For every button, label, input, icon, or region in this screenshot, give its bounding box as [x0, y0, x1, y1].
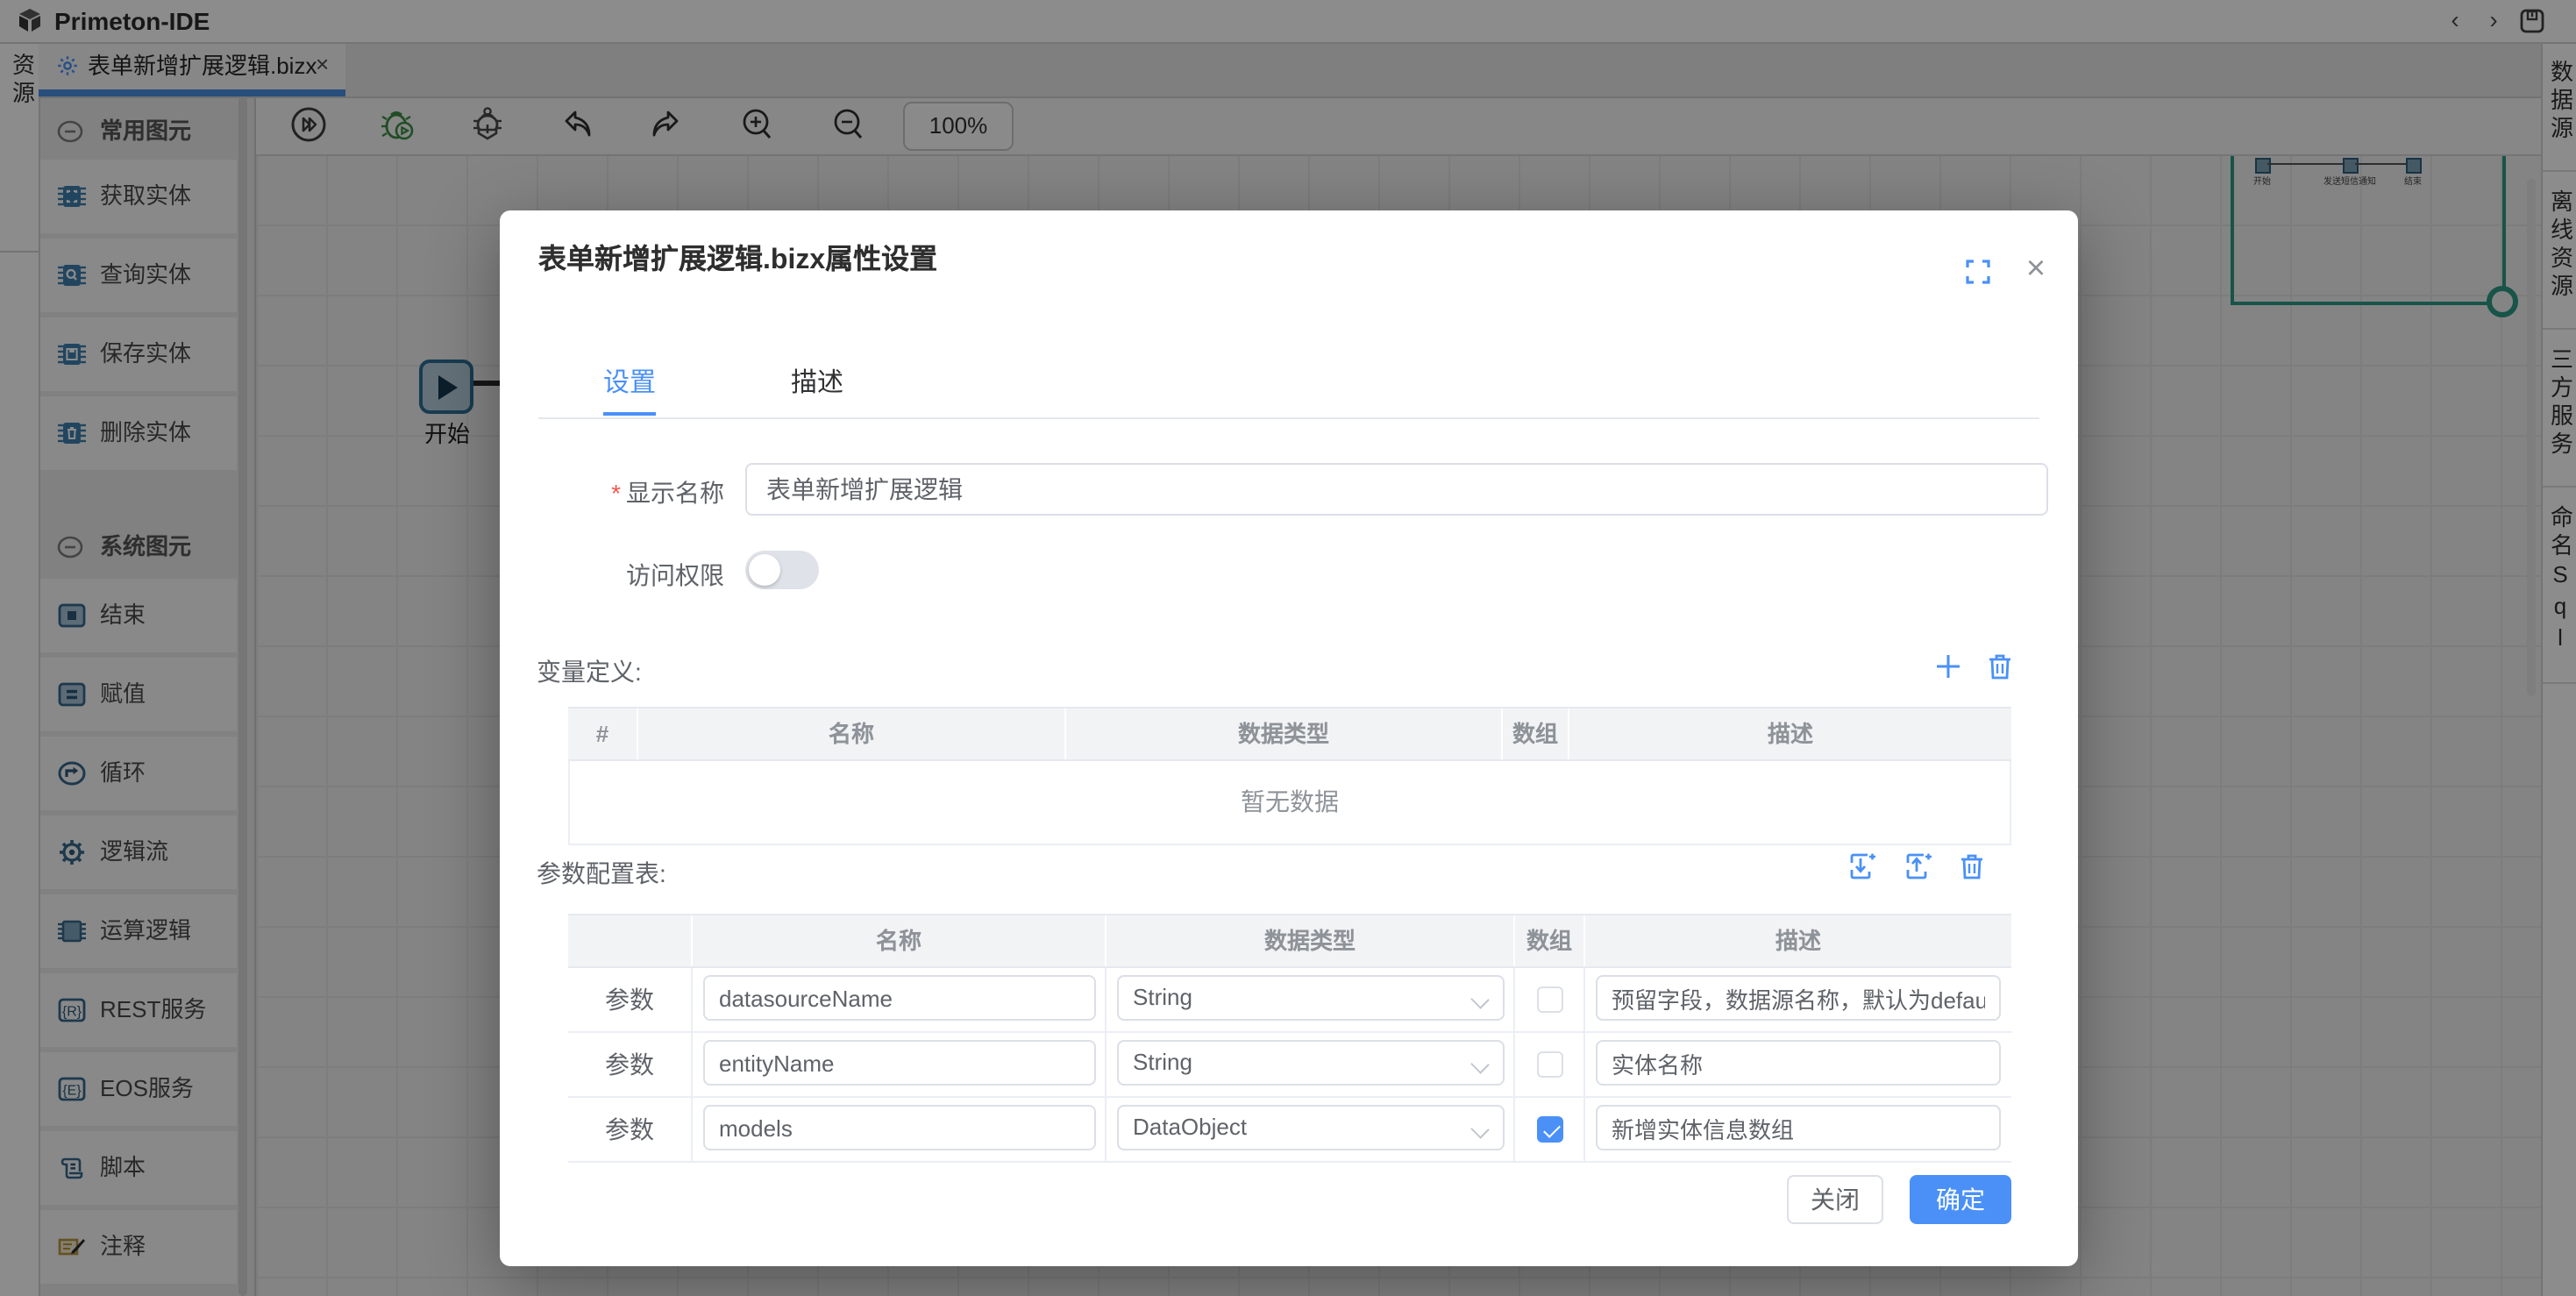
- param-desc-input[interactable]: [1596, 1040, 2001, 1086]
- dialog-close-icon[interactable]: ×: [2018, 249, 2053, 291]
- dialog-tabs: 设置 描述: [538, 365, 2039, 419]
- delete-variable-icon[interactable]: [1987, 652, 2013, 680]
- variable-section-label: 变量定义:: [537, 654, 642, 689]
- array-checkbox[interactable]: [1536, 986, 1562, 1013]
- access-permission-toggle[interactable]: [745, 551, 819, 589]
- fullscreen-icon[interactable]: [1966, 260, 1990, 284]
- variable-table: # 名称 数据类型 数组 描述 暂无数据: [568, 707, 2011, 845]
- chevron-down-icon: [1470, 1120, 1489, 1138]
- param-type-select[interactable]: String: [1117, 975, 1505, 1021]
- param-name-input[interactable]: [703, 1040, 1096, 1086]
- chevron-down-icon: [1470, 1055, 1489, 1073]
- tab-settings[interactable]: 设置: [603, 365, 656, 416]
- ok-button[interactable]: 确定: [1910, 1175, 2011, 1224]
- display-name-input[interactable]: [745, 463, 2048, 516]
- close-button[interactable]: 关闭: [1787, 1175, 1883, 1224]
- chevron-down-icon: [1470, 990, 1489, 1008]
- export-params-icon[interactable]: [1903, 851, 1934, 882]
- param-row-models: 参数 DataObject: [568, 1098, 2011, 1163]
- param-type-select[interactable]: String: [1117, 1040, 1505, 1086]
- active-tab-underline: [603, 411, 656, 416]
- variable-table-header: # 名称 数据类型 数组 描述: [568, 707, 2011, 761]
- access-permission-label: 访问权限: [549, 558, 724, 593]
- param-section-label: 参数配置表:: [537, 856, 666, 891]
- param-row-entityName: 参数 String: [568, 1033, 2011, 1098]
- add-variable-icon[interactable]: [1934, 652, 1962, 680]
- param-name-input[interactable]: [703, 1105, 1096, 1150]
- import-params-icon[interactable]: [1847, 851, 1878, 882]
- param-row-datasourceName: 参数 String: [568, 968, 2011, 1033]
- param-table: 名称 数据类型 数组 描述 参数 String: [568, 914, 2011, 1163]
- param-name-input[interactable]: [703, 975, 1096, 1021]
- tab-description[interactable]: 描述: [791, 365, 843, 416]
- delete-params-icon[interactable]: [1959, 852, 1985, 880]
- app-window: Primeton-IDE ‹ › 资源 表单新增扩展逻辑.bizx ×: [0, 0, 2576, 1296]
- array-checkbox-checked[interactable]: [1536, 1116, 1562, 1143]
- param-type-select[interactable]: DataObject: [1117, 1105, 1505, 1150]
- param-table-header: 名称 数据类型 数组 描述: [568, 914, 2011, 968]
- param-desc-input[interactable]: [1596, 975, 2001, 1021]
- check-icon: [1542, 1121, 1560, 1138]
- properties-dialog: 表单新增扩展逻辑.bizx属性设置 × 设置 描述 *显示名称 访问权限 变量定…: [500, 210, 2078, 1266]
- array-checkbox[interactable]: [1536, 1051, 1562, 1078]
- required-marker: *: [611, 479, 621, 507]
- dialog-title: 表单新增扩展逻辑.bizx属性设置: [538, 235, 937, 277]
- param-desc-input[interactable]: [1596, 1105, 2001, 1150]
- toggle-knob: [749, 554, 780, 586]
- empty-table-message: 暂无数据: [568, 761, 2011, 845]
- display-name-label: *显示名称: [549, 475, 724, 510]
